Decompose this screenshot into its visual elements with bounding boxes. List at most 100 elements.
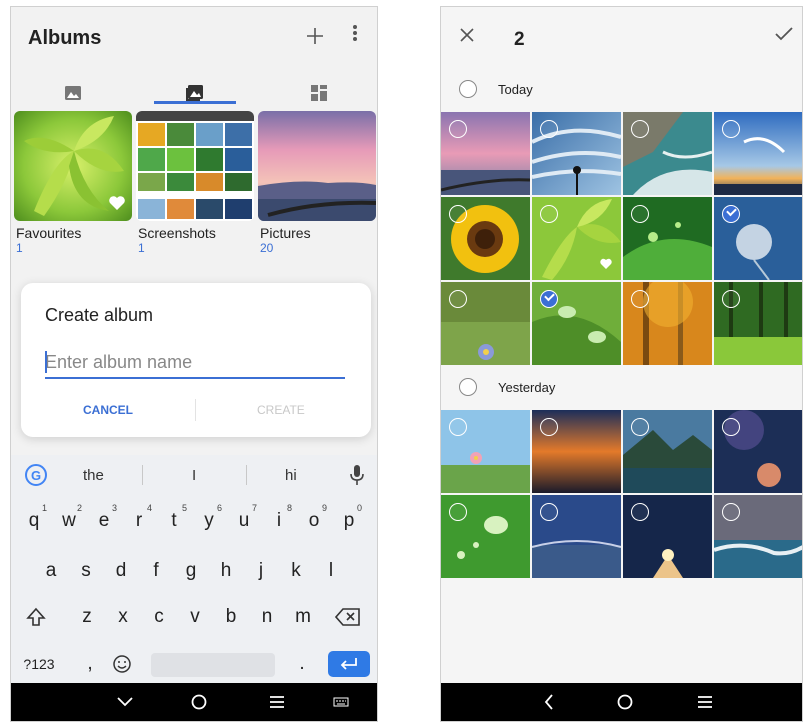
add-album-button[interactable] bbox=[305, 24, 325, 50]
suggestion-item[interactable]: hi bbox=[285, 467, 297, 484]
key-d[interactable]: d bbox=[106, 551, 136, 591]
nav-home-button[interactable] bbox=[179, 683, 219, 721]
selection-checkbox[interactable] bbox=[722, 120, 740, 138]
select-all-yesterday-checkbox[interactable] bbox=[459, 378, 477, 396]
key-n[interactable]: n bbox=[252, 597, 282, 637]
photo-thumbnail[interactable] bbox=[532, 495, 621, 578]
photo-thumbnail[interactable] bbox=[623, 112, 712, 195]
key-b[interactable]: b bbox=[216, 597, 246, 637]
selection-checkbox[interactable] bbox=[540, 418, 558, 436]
selection-checkbox[interactable] bbox=[722, 418, 740, 436]
key-r[interactable]: r4 bbox=[124, 501, 154, 541]
page-title: Albums bbox=[28, 27, 102, 49]
key-z[interactable]: z bbox=[72, 597, 102, 637]
selection-checkbox[interactable] bbox=[631, 418, 649, 436]
key-c[interactable]: c bbox=[144, 597, 174, 637]
selection-checkbox[interactable] bbox=[722, 290, 740, 308]
key-g[interactable]: g bbox=[176, 551, 206, 591]
select-all-today-checkbox[interactable] bbox=[459, 80, 477, 98]
photo-thumbnail[interactable] bbox=[441, 112, 530, 195]
confirm-button[interactable] bbox=[774, 25, 794, 48]
photo-thumbnail[interactable] bbox=[714, 410, 802, 493]
key-m[interactable]: m bbox=[288, 597, 318, 637]
close-button[interactable] bbox=[459, 25, 475, 47]
nav-home-button[interactable] bbox=[605, 683, 645, 721]
key-p[interactable]: p0 bbox=[334, 501, 364, 541]
nav-back-button[interactable] bbox=[529, 683, 569, 721]
nav-hide-keyboard-button[interactable] bbox=[105, 683, 145, 721]
key-l[interactable]: l bbox=[316, 551, 346, 591]
photo-thumbnail[interactable] bbox=[532, 282, 621, 365]
key-h[interactable]: h bbox=[211, 551, 241, 591]
key-a[interactable]: a bbox=[36, 551, 66, 591]
photo-thumbnail[interactable] bbox=[714, 282, 802, 365]
key-s[interactable]: s bbox=[71, 551, 101, 591]
selection-checkbox-checked[interactable] bbox=[722, 205, 740, 223]
photo-thumbnail[interactable] bbox=[623, 197, 712, 280]
selection-checkbox[interactable] bbox=[449, 290, 467, 308]
space-key[interactable] bbox=[151, 653, 275, 677]
google-icon[interactable]: G bbox=[25, 464, 47, 486]
selection-checkbox[interactable] bbox=[540, 205, 558, 223]
selection-checkbox[interactable] bbox=[631, 120, 649, 138]
key-u[interactable]: u7 bbox=[229, 501, 259, 541]
key-f[interactable]: f bbox=[141, 551, 171, 591]
key-o[interactable]: o9 bbox=[299, 501, 329, 541]
selection-checkbox[interactable] bbox=[540, 120, 558, 138]
photo-thumbnail[interactable] bbox=[532, 410, 621, 493]
selection-checkbox-checked[interactable] bbox=[540, 290, 558, 308]
album-card-pictures[interactable]: Pictures 20 bbox=[258, 111, 376, 255]
photo-thumbnail[interactable] bbox=[532, 112, 621, 195]
photo-thumbnail[interactable] bbox=[623, 282, 712, 365]
key-v[interactable]: v bbox=[180, 597, 210, 637]
photo-grid-yesterday bbox=[441, 410, 802, 578]
selection-checkbox[interactable] bbox=[540, 503, 558, 521]
key-row-2: asdfghjkl bbox=[11, 551, 377, 591]
tab-photos[interactable] bbox=[33, 73, 113, 113]
photo-thumbnail[interactable] bbox=[532, 197, 621, 280]
shift-key[interactable] bbox=[21, 597, 51, 637]
key-e[interactable]: e3 bbox=[89, 501, 119, 541]
photo-thumbnail[interactable] bbox=[623, 495, 712, 578]
photo-thumbnail[interactable] bbox=[714, 112, 802, 195]
photo-thumbnail[interactable] bbox=[714, 495, 802, 578]
nav-recents-button[interactable] bbox=[257, 683, 297, 721]
photo-thumbnail[interactable] bbox=[441, 410, 530, 493]
photo-thumbnail[interactable] bbox=[623, 410, 712, 493]
tab-stories[interactable] bbox=[279, 73, 359, 113]
key-w[interactable]: w2 bbox=[54, 501, 84, 541]
selection-checkbox[interactable] bbox=[631, 503, 649, 521]
create-button[interactable]: CREATE bbox=[257, 403, 305, 417]
selection-checkbox[interactable] bbox=[631, 205, 649, 223]
selection-checkbox[interactable] bbox=[631, 290, 649, 308]
tab-albums[interactable] bbox=[155, 73, 235, 113]
mic-icon[interactable] bbox=[349, 464, 365, 486]
key-k[interactable]: k bbox=[281, 551, 311, 591]
photo-thumbnail[interactable] bbox=[441, 495, 530, 578]
selection-checkbox[interactable] bbox=[449, 205, 467, 223]
selection-checkbox[interactable] bbox=[449, 418, 467, 436]
more-options-button[interactable] bbox=[351, 23, 359, 49]
key-x[interactable]: x bbox=[108, 597, 138, 637]
selection-checkbox[interactable] bbox=[449, 120, 467, 138]
selection-checkbox[interactable] bbox=[722, 503, 740, 521]
key-q[interactable]: q1 bbox=[19, 501, 49, 541]
enter-key[interactable] bbox=[328, 651, 370, 677]
album-card-favourites[interactable]: Favourites 1 bbox=[14, 111, 132, 255]
cancel-button[interactable]: CANCEL bbox=[83, 403, 133, 417]
nav-recents-button[interactable] bbox=[685, 683, 725, 721]
photo-thumbnail[interactable] bbox=[441, 282, 530, 365]
selection-checkbox[interactable] bbox=[449, 503, 467, 521]
nav-keyboard-button[interactable] bbox=[321, 683, 361, 721]
album-card-screenshots[interactable]: Screenshots 1 bbox=[136, 111, 254, 255]
photo-thumbnail[interactable] bbox=[714, 197, 802, 280]
backspace-key[interactable] bbox=[333, 597, 363, 637]
key-t[interactable]: t5 bbox=[159, 501, 189, 541]
key-y[interactable]: y6 bbox=[194, 501, 224, 541]
photo-thumbnail[interactable] bbox=[441, 197, 530, 280]
key-i[interactable]: i8 bbox=[264, 501, 294, 541]
key-j[interactable]: j bbox=[246, 551, 276, 591]
suggestion-item[interactable]: I bbox=[192, 467, 196, 484]
album-name-input[interactable] bbox=[45, 347, 345, 379]
suggestion-item[interactable]: the bbox=[83, 467, 104, 484]
